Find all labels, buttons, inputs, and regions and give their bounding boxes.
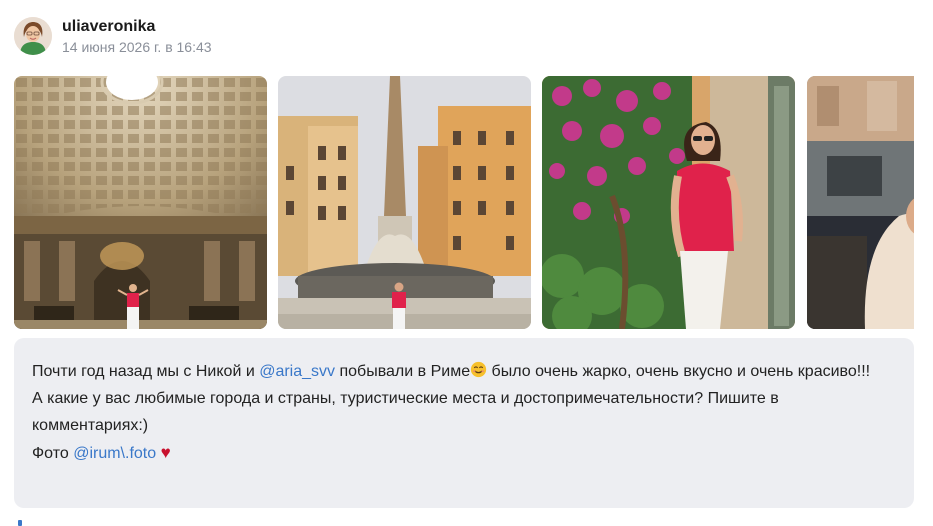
photo-4[interactable] xyxy=(807,76,914,329)
post-header: uliaveronika 14 июня 2026 г. в 16:43 xyxy=(14,16,212,56)
photo-3[interactable] xyxy=(542,76,795,329)
caption-paragraph-1: Почти год назад мы с Никой и @aria_svv п… xyxy=(32,358,896,385)
mention-link-irum[interactable]: @irum\.foto xyxy=(73,445,156,462)
caption-paragraph-2: А какие у вас любимые города и страны, т… xyxy=(32,390,779,434)
caption-text-3: Фото xyxy=(32,445,74,462)
next-item-marker xyxy=(18,520,22,526)
photo-fountain-image xyxy=(278,76,531,329)
avatar-image xyxy=(14,17,52,55)
caption-text-1c: было очень жарко, очень вкусно и очень к… xyxy=(487,363,871,380)
post-meta: uliaveronika 14 июня 2026 г. в 16:43 xyxy=(62,17,212,56)
heart-icon: ♥ xyxy=(160,443,171,462)
photo-pantheon-image xyxy=(14,76,267,329)
photo-woman-flowers-image xyxy=(542,76,795,329)
mention-link-aria[interactable]: @aria_svv xyxy=(259,363,335,380)
caption-text-1b: побывали в Риме xyxy=(335,363,471,380)
smiling-face-icon xyxy=(470,361,487,378)
caption-text-1a: Почти год назад мы с Никой и xyxy=(32,363,260,380)
photo-1[interactable] xyxy=(14,76,267,329)
post-caption: Почти год назад мы с Никой и @aria_svv п… xyxy=(14,338,914,508)
post-date[interactable]: 14 июня 2026 г. в 16:43 xyxy=(62,38,212,56)
caption-paragraph-3: Фото @irum\.foto ♥ xyxy=(32,439,896,467)
photo-2[interactable] xyxy=(278,76,531,329)
avatar[interactable] xyxy=(14,17,52,55)
username[interactable]: uliaveronika xyxy=(62,17,212,37)
post-card: uliaveronika 14 июня 2026 г. в 16:43 Поч… xyxy=(0,0,933,526)
photo-street-image xyxy=(807,76,914,329)
photo-gallery xyxy=(14,76,914,329)
